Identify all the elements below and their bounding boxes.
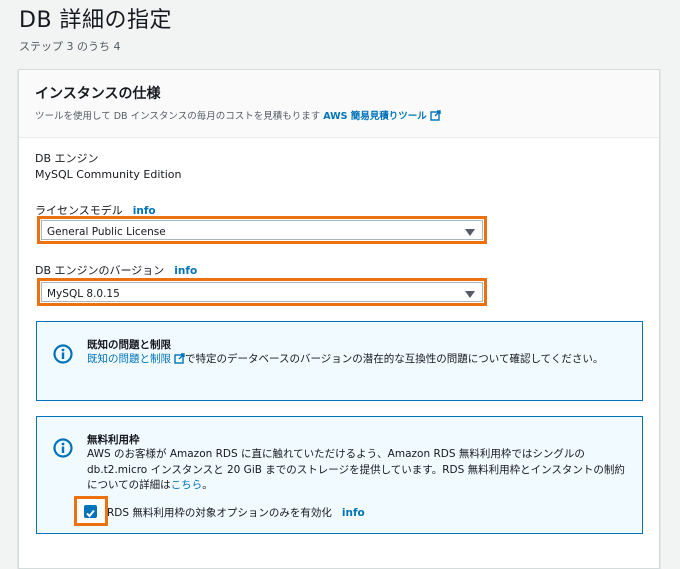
info-circle-icon <box>53 438 73 458</box>
panel-description-text: ツールを使用して DB インスタンスの毎月のコストを見積もります <box>35 111 321 122</box>
instance-spec-panel: インスタンスの仕様 ツールを使用して DB インスタンスの毎月のコストを見積もり… <box>18 69 660 569</box>
page-title: DB 詳細の指定 <box>19 8 173 33</box>
cost-calculator-link[interactable]: AWS 簡易見積りツール <box>323 110 441 122</box>
free-tier-here-link[interactable]: こちら <box>171 479 203 491</box>
panel-title: インスタンスの仕様 <box>35 86 161 102</box>
caret-down-icon <box>465 291 475 298</box>
known-issues-text: で特定のデータベースのバージョンの潜在的な互換性の問題について確認してください。 <box>185 353 604 365</box>
license-select-value: General Public License <box>47 226 166 238</box>
cost-calculator-link-label: AWS 簡易見積りツール <box>323 111 427 122</box>
free-tier-body: AWS のお客様が Amazon RDS に直に触れていただけるよう、Amazo… <box>87 447 632 494</box>
step-indicator: ステップ 3 のうち 4 <box>19 40 121 53</box>
external-link-icon <box>174 353 185 364</box>
free-tier-text: AWS のお客様が Amazon RDS に直に触れていただけるよう、Amazo… <box>87 448 625 491</box>
version-select-box: MySQL 8.0.15 <box>41 282 483 302</box>
caret-down-icon <box>465 229 475 236</box>
known-issues-link[interactable]: 既知の問題と制限 <box>87 353 185 365</box>
free-tier-alert: 無料利用枠 AWS のお客様が Amazon RDS に直に触れていただけるよう… <box>36 416 643 534</box>
free-tier-checkbox[interactable] <box>84 505 97 518</box>
known-issues-alert: 既知の問題と制限 既知の問題と制限で特定のデータベースのバージョンの潜在的な互換… <box>36 321 643 401</box>
license-model-select[interactable]: General Public License <box>37 216 487 244</box>
known-issues-body: 既知の問題と制限 で特定のデータベースのバージョンの潜在的な互換性の問題について確… <box>87 352 632 368</box>
version-select-value: MySQL 8.0.15 <box>47 288 120 300</box>
free-tier-title: 無料利用枠 <box>87 434 140 446</box>
free-tier-text-end: 。 <box>202 479 213 491</box>
free-tier-checkbox-label[interactable]: RDS 無料利用枠の対象オプションのみを有効化 <box>107 507 332 519</box>
known-issues-link-label: 既知の問題と制限 <box>87 353 171 365</box>
panel-header: インスタンスの仕様 ツールを使用して DB インスタンスの毎月のコストを見積もり… <box>19 70 659 138</box>
external-link-icon <box>430 110 441 121</box>
panel-description: ツールを使用して DB インスタンスの毎月のコストを見積もります AWS 簡易見… <box>35 108 441 122</box>
known-issues-title: 既知の問題と制限 <box>87 339 171 351</box>
engine-version-select[interactable]: MySQL 8.0.15 <box>37 278 487 306</box>
version-info-link[interactable]: info <box>174 265 197 277</box>
engine-label: DB エンジン <box>35 152 99 165</box>
engine-value: MySQL Community Edition <box>35 168 182 181</box>
info-circle-icon <box>53 344 73 364</box>
license-select-box: General Public License <box>41 220 483 240</box>
version-label-text: DB エンジンのバージョン <box>35 264 165 277</box>
free-tier-checkbox-row: RDS 無料利用枠の対象オプションのみを有効化 info <box>107 505 365 520</box>
free-tier-info-link[interactable]: info <box>342 507 365 519</box>
checkmark-icon <box>86 509 95 518</box>
free-tier-checkbox-highlight <box>74 496 108 526</box>
version-label: DB エンジンのバージョン info <box>35 262 197 278</box>
